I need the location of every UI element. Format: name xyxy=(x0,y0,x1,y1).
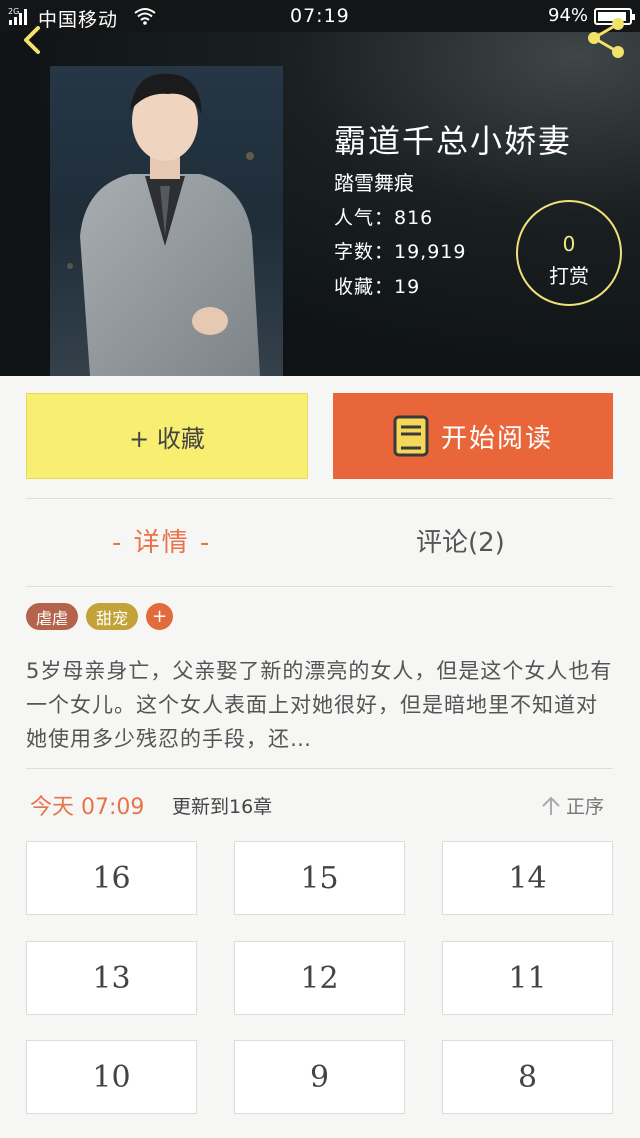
word-count-stat: 字数：19,919 xyxy=(334,241,467,263)
status-bar: 2G 中国移动 07:19 94% xyxy=(0,0,640,32)
tag-item[interactable]: 虐虐 xyxy=(26,603,79,630)
collect-button[interactable]: + 收藏 xyxy=(26,393,308,479)
update-time: 今天 07:09 xyxy=(30,795,145,820)
cover-illustration xyxy=(50,66,283,376)
book-icon xyxy=(393,415,429,457)
chapter-cell[interactable]: 13 xyxy=(26,941,197,1015)
chapter-cell[interactable]: 11 xyxy=(442,941,613,1015)
start-reading-button[interactable]: 开始阅读 xyxy=(333,393,613,479)
clock: 07:19 xyxy=(290,5,350,27)
wifi-icon xyxy=(134,8,156,25)
tag-list: 虐虐 甜宠 + xyxy=(26,603,174,630)
sort-label: 正序 xyxy=(566,796,605,818)
arrow-up-icon xyxy=(542,796,560,815)
divider xyxy=(26,586,613,587)
back-chevron-icon[interactable] xyxy=(18,26,48,56)
chapter-cell[interactable]: 14 xyxy=(442,841,613,915)
chapter-cell[interactable]: 8 xyxy=(442,1040,613,1114)
chapter-cell[interactable]: 9 xyxy=(234,1040,405,1114)
popularity-stat: 人气：816 xyxy=(334,207,434,229)
book-synopsis[interactable]: 5岁母亲身亡，父亲娶了新的漂亮的女人，但是这个女人也有一个女儿。这个女人表面上对… xyxy=(26,654,616,756)
book-detail-screen: 2G 中国移动 07:19 94% 霸道千总小娇妻 踏雪舞痕 人气：816 字数… xyxy=(0,0,640,1138)
update-text: 更新到16章 xyxy=(172,796,273,818)
sort-toggle[interactable]: 正序 xyxy=(540,792,604,819)
chapter-cell[interactable]: 15 xyxy=(234,841,405,915)
svg-text:2G: 2G xyxy=(8,7,19,16)
tab-comments[interactable]: 评论(2) xyxy=(416,522,505,559)
tag-item[interactable]: 甜宠 xyxy=(86,603,139,630)
collections-stat: 收藏：19 xyxy=(334,276,421,298)
carrier-name: 中国移动 xyxy=(38,9,119,31)
divider xyxy=(26,768,613,769)
book-author[interactable]: 踏雪舞痕 xyxy=(334,167,414,196)
book-cover[interactable] xyxy=(50,66,283,376)
chapter-cell[interactable]: 10 xyxy=(26,1040,197,1114)
book-title: 霸道千总小娇妻 xyxy=(334,122,573,160)
add-tag-button[interactable]: + xyxy=(146,603,174,630)
start-reading-label: 开始阅读 xyxy=(440,423,553,454)
chapter-cell[interactable]: 16 xyxy=(26,841,197,915)
share-icon[interactable] xyxy=(580,18,628,58)
divider xyxy=(26,498,613,499)
signal-icon: 2G xyxy=(8,7,27,25)
reward-label: 打赏 xyxy=(549,264,589,288)
reward-count: 0 xyxy=(562,232,576,256)
reward-button[interactable]: 0 打赏 xyxy=(516,200,622,306)
tab-detail[interactable]: - 详情 - xyxy=(112,522,211,559)
chapter-cell[interactable]: 12 xyxy=(234,941,405,1015)
